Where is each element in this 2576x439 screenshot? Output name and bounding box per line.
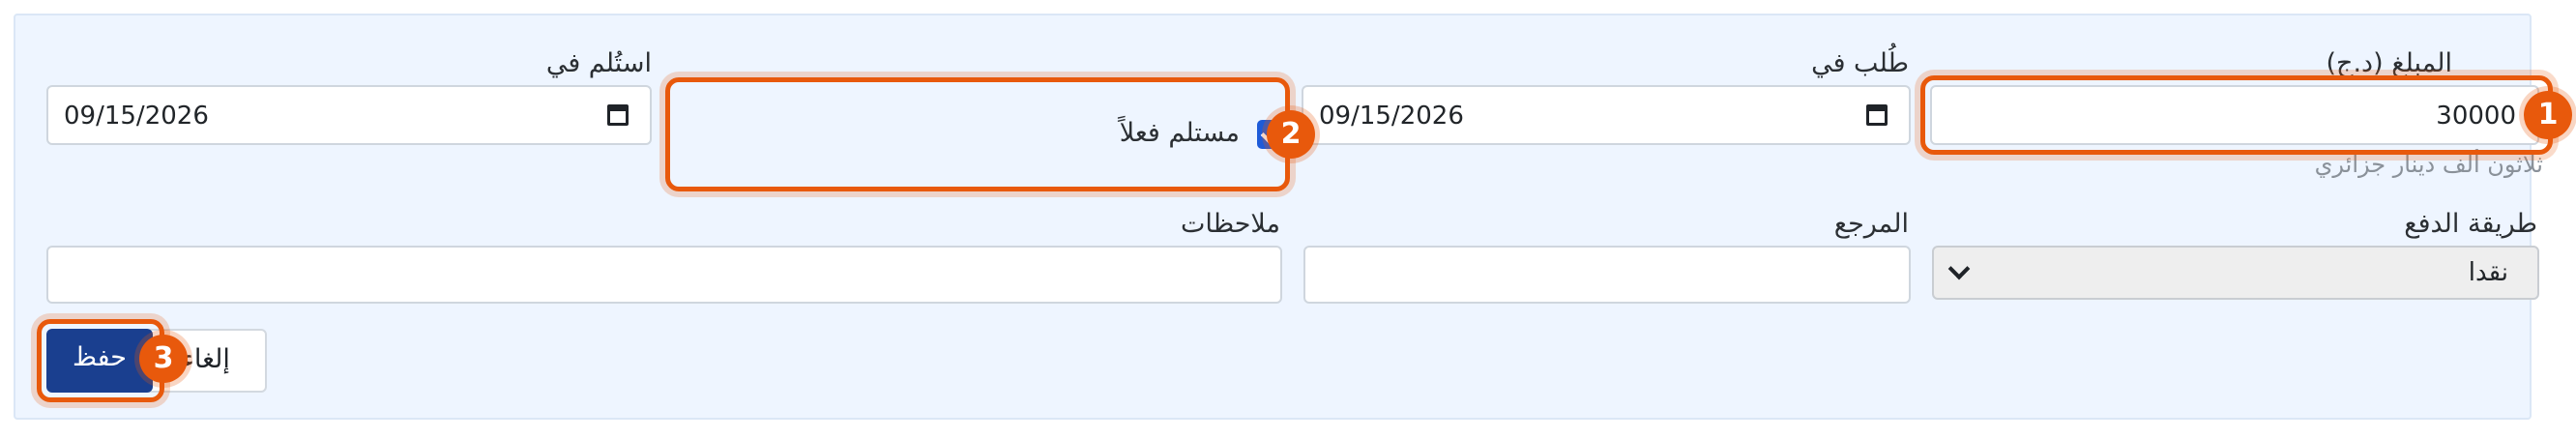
calendar-icon[interactable] — [1866, 104, 1888, 126]
received-at-value: 09/15/2026 — [64, 102, 209, 131]
notes-label: ملاحظات — [1180, 209, 1280, 239]
received-at-date-input[interactable]: 09/15/2026 — [46, 85, 652, 145]
step-marker-1: 1 — [2524, 91, 2572, 139]
requested-at-label: طُلب في — [1811, 48, 1909, 78]
reference-label: المرجع — [1833, 209, 1909, 239]
step-marker-2: 2 — [1267, 110, 1315, 159]
highlight-amount — [1920, 75, 2553, 155]
amount-hint: ثلاثون ألف دينار جزائري — [2314, 151, 2543, 178]
payment-method-value: نقدا — [2468, 258, 2508, 287]
reference-input[interactable] — [1303, 246, 1911, 304]
received-at-label: استُلم في — [545, 48, 652, 78]
highlight-received-checkbox — [665, 77, 1290, 191]
requested-at-value: 09/15/2026 — [1319, 102, 1464, 131]
payment-method-select[interactable]: نقدا — [1932, 246, 2539, 300]
step-marker-3: 3 — [139, 335, 188, 383]
requested-at-date-input[interactable]: 09/15/2026 — [1302, 85, 1911, 145]
chevron-down-icon — [1947, 257, 1971, 280]
calendar-icon[interactable] — [607, 104, 629, 126]
notes-input[interactable] — [46, 246, 1282, 304]
payment-method-label: طريقة الدفع — [2404, 209, 2537, 239]
